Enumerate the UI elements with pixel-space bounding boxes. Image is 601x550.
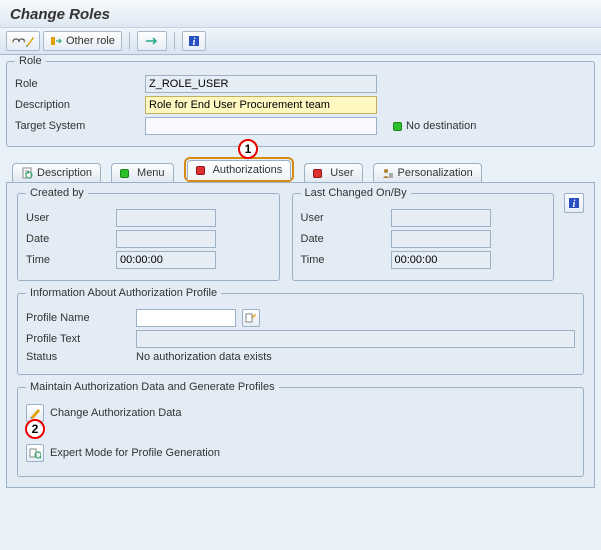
profile-info-title: Information About Authorization Profile	[26, 287, 221, 299]
pencil-icon	[25, 34, 35, 48]
created-date-field	[116, 230, 216, 248]
expert-mode-button[interactable]	[26, 444, 44, 462]
tab-authorizations-label: Authorizations	[213, 164, 283, 176]
svg-text:i: i	[193, 37, 196, 48]
profile-info-group: Information About Authorization Profile …	[17, 293, 584, 375]
changed-group: Last Changed On/By User Date Time	[292, 193, 555, 281]
info-icon: i	[187, 34, 201, 48]
created-time-field	[116, 251, 216, 269]
profile-name-label: Profile Name	[26, 312, 136, 324]
change-auth-label: Change Authorization Data	[50, 407, 181, 419]
role-label: Role	[15, 78, 145, 90]
expert-icon	[29, 447, 41, 459]
maintain-group: Maintain Authorization Data and Generate…	[17, 387, 584, 477]
role-icon	[50, 35, 62, 47]
callout-2: 2	[25, 419, 45, 439]
tab-highlight: Authorizations	[184, 157, 295, 182]
info-button[interactable]: i	[182, 31, 206, 51]
tab-menu-label: Menu	[137, 167, 165, 179]
role-group: Role Role Description Target System No d…	[6, 61, 595, 147]
content-area: Role Role Description Target System No d…	[0, 55, 601, 494]
maintain-title: Maintain Authorization Data and Generate…	[26, 381, 279, 393]
other-role-label: Other role	[66, 35, 115, 47]
changed-date-field	[391, 230, 491, 248]
desc-tab-icon	[21, 167, 33, 179]
no-dest-label: No destination	[406, 120, 476, 132]
led-red-icon	[196, 166, 205, 175]
profile-name-field[interactable]	[136, 309, 236, 327]
glasses-icon	[11, 34, 25, 48]
tab-menu[interactable]: Menu	[111, 163, 174, 182]
tab-pane-authorizations: Created by User Date Time Last Changed O…	[6, 183, 595, 488]
info-button-pane[interactable]: i	[564, 193, 584, 213]
profile-lookup-button[interactable]	[242, 309, 260, 327]
tab-personalization[interactable]: Personalization	[373, 163, 482, 182]
role-group-title: Role	[15, 55, 46, 67]
other-role-button[interactable]: Other role	[43, 31, 122, 51]
led-red-icon	[313, 169, 322, 178]
svg-text:i: i	[573, 199, 576, 210]
pencil-icon	[29, 407, 41, 419]
transport-icon	[145, 35, 159, 47]
profile-status-value: No authorization data exists	[136, 351, 272, 363]
tab-personalization-label: Personalization	[398, 167, 473, 179]
changed-user-label: User	[301, 212, 391, 224]
app-toolbar: Other role i	[0, 27, 601, 55]
created-user-label: User	[26, 212, 116, 224]
callout-1: 1	[238, 139, 258, 159]
tab-description-label: Description	[37, 167, 92, 179]
role-field[interactable]	[145, 75, 377, 93]
led-green-icon	[120, 169, 129, 178]
personalization-icon	[382, 167, 394, 179]
desc-field[interactable]	[145, 96, 377, 114]
tab-description[interactable]: Description	[12, 163, 101, 182]
tab-user[interactable]: User	[304, 163, 362, 182]
created-by-title: Created by	[26, 187, 88, 199]
profile-status-label: Status	[26, 351, 136, 363]
changed-title: Last Changed On/By	[301, 187, 411, 199]
led-green-icon	[393, 122, 402, 131]
tab-authorizations[interactable]: Authorizations	[187, 160, 292, 180]
created-date-label: Date	[26, 233, 116, 245]
profile-text-field	[136, 330, 575, 348]
info-icon: i	[567, 196, 581, 210]
transport-button[interactable]	[137, 31, 167, 51]
target-label: Target System	[15, 120, 145, 132]
changed-date-label: Date	[301, 233, 391, 245]
profile-text-label: Profile Text	[26, 333, 136, 345]
tabstrip: Description Menu Authorizations User Per…	[6, 157, 595, 183]
separator	[174, 32, 175, 50]
changed-time-field	[391, 251, 491, 269]
tab-user-label: User	[330, 167, 353, 179]
target-field[interactable]	[145, 117, 377, 135]
profile-lookup-icon	[245, 312, 257, 324]
expert-mode-label: Expert Mode for Profile Generation	[50, 447, 220, 459]
separator	[129, 32, 130, 50]
created-by-group: Created by User Date Time	[17, 193, 280, 281]
created-user-field	[116, 209, 216, 227]
created-time-label: Time	[26, 254, 116, 266]
changed-user-field	[391, 209, 491, 227]
toggle-view-button[interactable]	[6, 31, 40, 51]
changed-time-label: Time	[301, 254, 391, 266]
page-title: Change Roles	[0, 0, 601, 27]
desc-label: Description	[15, 99, 145, 111]
no-dest-indicator: No destination	[393, 120, 476, 132]
